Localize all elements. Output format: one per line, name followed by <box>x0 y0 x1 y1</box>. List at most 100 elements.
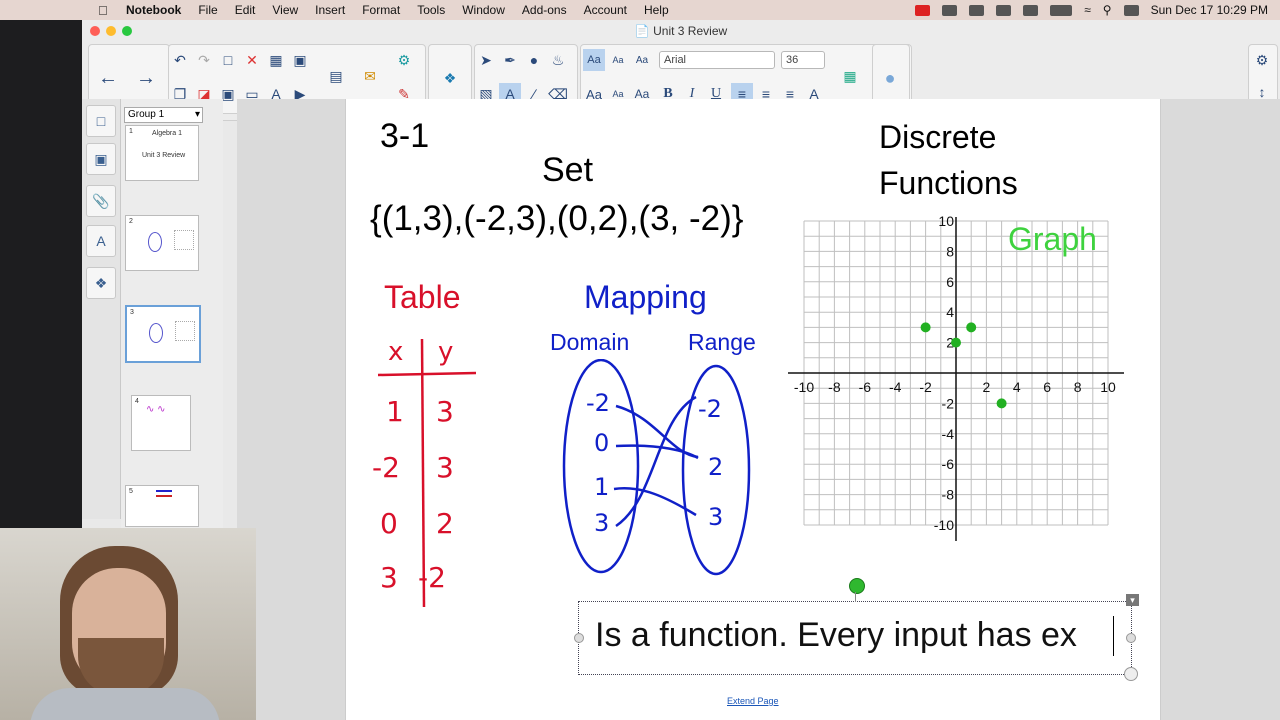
menu-notebook[interactable]: Notebook <box>126 3 181 17</box>
properties-icon[interactable]: ● <box>879 67 901 89</box>
range-value-3: 3 <box>708 503 724 531</box>
page-thumbnail-4[interactable]: 4 ∿ ∿ <box>131 395 191 451</box>
camera-icon[interactable]: ▣ <box>289 49 311 71</box>
forward-arrow-icon[interactable]: → <box>135 67 157 89</box>
table-y-2: 3 <box>436 451 454 484</box>
search-icon[interactable]: ⚲ <box>1103 3 1112 17</box>
group-select[interactable]: Group 1 ▾ <box>124 107 203 123</box>
resize-handle-right[interactable] <box>1126 633 1136 643</box>
zoom-window-button[interactable] <box>122 26 132 36</box>
x-tick-label: 4 <box>1013 379 1021 395</box>
text-style-2-icon[interactable]: Aa <box>607 49 629 71</box>
menu-edit[interactable]: Edit <box>235 3 256 17</box>
thumb-mapping <box>148 232 162 252</box>
thumb-sketch: ∿ ∿ <box>146 404 166 415</box>
menu-file[interactable]: File <box>198 3 217 17</box>
menu-view[interactable]: View <box>272 3 298 17</box>
page-thumbnail-3-selected[interactable]: 3 <box>125 305 201 363</box>
thumb-number: 3 <box>130 309 134 316</box>
pause-icon[interactable] <box>1023 4 1039 16</box>
color-palette-icon[interactable]: ▦ <box>839 65 861 87</box>
thumb-number: 4 <box>135 398 139 405</box>
fill-icon[interactable]: ♨ <box>547 49 569 71</box>
window-title: Unit 3 Review <box>653 24 728 38</box>
menu-format[interactable]: Format <box>362 3 400 17</box>
menu-help[interactable]: Help <box>644 3 669 17</box>
select-arrow-icon[interactable]: ➤ <box>475 49 497 71</box>
text-style-3-icon[interactable]: Aa <box>631 49 653 71</box>
y-tick-label: -8 <box>942 487 955 503</box>
resize-handle-left[interactable] <box>574 633 584 643</box>
clock-text[interactable]: Sun Dec 17 10:29 PM <box>1151 3 1268 17</box>
page-sorter-icon[interactable]: □ <box>86 105 116 137</box>
presenter-shirt <box>30 688 220 720</box>
page-thumbnail-1[interactable]: 1 Algebra 1 Unit 3 Review <box>125 125 199 181</box>
font-size-select[interactable]: 36 <box>781 51 825 69</box>
page-thumbnail-2[interactable]: 2 <box>125 215 199 271</box>
text-box[interactable]: Is a function. Every input has ex ▾ <box>574 578 1139 681</box>
sync-icon[interactable] <box>942 4 958 16</box>
table-icon[interactable]: ▦ <box>265 49 287 71</box>
response-icon[interactable]: ✉ <box>359 65 381 87</box>
menu-window[interactable]: Window <box>462 3 505 17</box>
text-style-1-icon[interactable]: Aa <box>583 49 605 71</box>
menu-addons[interactable]: Add-ons <box>522 3 567 17</box>
table-y-1: 3 <box>436 395 454 428</box>
table-label: Table <box>384 279 461 315</box>
minimize-window-button[interactable] <box>106 26 116 36</box>
text-box-content[interactable]: Is a function. Every input has ex <box>595 616 1077 655</box>
back-arrow-icon[interactable]: ← <box>97 67 119 89</box>
x-tick-label: 8 <box>1074 379 1082 395</box>
resize-handle-corner[interactable] <box>1124 667 1138 681</box>
whiteboard-page[interactable]: 3-1 Set {(1,3),(-2,3),(0,2),(3, -2)} Dis… <box>345 99 1161 720</box>
rotate-handle[interactable] <box>849 578 865 594</box>
battery-icon[interactable] <box>1050 4 1073 16</box>
mapping-label: Mapping <box>584 279 707 315</box>
addons-tab-icon[interactable]: ❖ <box>86 267 116 299</box>
table-x-1: 1 <box>386 395 404 428</box>
table-header-x: x <box>388 337 404 367</box>
control-center-icon[interactable] <box>1123 4 1139 16</box>
close-window-button[interactable] <box>90 26 100 36</box>
cast-icon[interactable] <box>996 4 1012 16</box>
thumb-line <box>156 495 172 497</box>
page-sorter: Group 1 ▾ 1 Algebra 1 Unit 3 Review 2 3 4… <box>121 99 223 529</box>
menu-account[interactable]: Account <box>584 3 627 17</box>
app-status-icon[interactable] <box>915 4 931 16</box>
table-x-3: 0 <box>380 507 398 540</box>
menu-tools[interactable]: Tools <box>417 3 445 17</box>
y-tick-label: 6 <box>946 274 954 290</box>
set-label: Set <box>542 151 594 189</box>
page-thumbnail-5[interactable]: 5 <box>125 485 199 527</box>
x-tick-label: 2 <box>983 379 991 395</box>
graph-point <box>996 398 1007 409</box>
shapes-icon[interactable]: ● <box>523 49 545 71</box>
screenshot-icon[interactable] <box>969 4 985 16</box>
webcam-overlay <box>0 528 256 720</box>
extend-page-link[interactable]: Extend Page <box>727 696 779 706</box>
coordinate-graph: -10 -8 -6 -4 -2 2 4 6 8 10108642-2-4-6-8-10 <box>788 215 1124 541</box>
table-hline <box>377 371 477 377</box>
gallery-icon[interactable]: ▣ <box>86 143 116 175</box>
menu-insert[interactable]: Insert <box>315 3 345 17</box>
undo-icon[interactable]: ↶ <box>169 49 191 71</box>
thumb-graph <box>175 321 195 341</box>
pen-icon[interactable]: ✒ <box>499 49 521 71</box>
properties-tab-icon[interactable]: A <box>86 225 116 257</box>
y-tick-label: 8 <box>946 243 954 259</box>
apple-icon[interactable]:  <box>98 3 112 18</box>
puzzle-icon[interactable]: ❖ <box>439 67 461 89</box>
delete-icon[interactable]: ✕ <box>241 49 263 71</box>
blank-page-icon[interactable]: □ <box>217 49 239 71</box>
addon-icon[interactable]: ⚙ <box>393 49 415 71</box>
document-camera-icon[interactable]: ▤ <box>325 65 347 87</box>
gear-icon[interactable]: ⚙ <box>1251 49 1273 71</box>
font-name-select[interactable]: Arial <box>659 51 775 69</box>
redo-icon[interactable]: ↷ <box>193 49 215 71</box>
text-box-menu-icon[interactable]: ▾ <box>1126 594 1139 606</box>
wifi-icon[interactable]: ≈ <box>1084 3 1091 17</box>
thumb-mapping <box>149 323 163 343</box>
attachments-icon[interactable]: 📎 <box>86 185 116 217</box>
table-x-2: -2 <box>372 451 400 484</box>
domain-value-4: 3 <box>594 509 610 537</box>
